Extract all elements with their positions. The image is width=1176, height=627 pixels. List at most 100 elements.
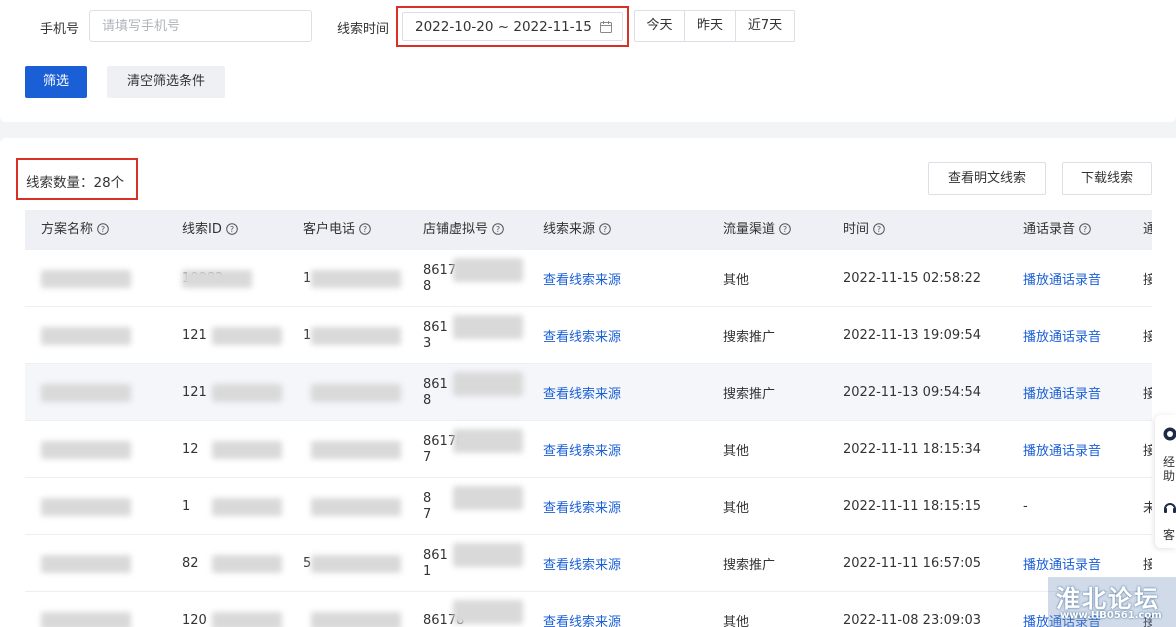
cell-virtual-number: 8617 8	[423, 262, 457, 294]
cell-time: 2022-11-13 19:09:54	[843, 328, 982, 343]
quick-range-today[interactable]: 今天	[635, 11, 685, 41]
watermark-url: www.HB0561.com	[1060, 610, 1162, 621]
privacy-blur-mask	[41, 327, 131, 345]
play-recording-link[interactable]: 播放通话录音	[1023, 364, 1101, 421]
privacy-blur-mask	[41, 270, 131, 288]
table-row: 121 1 861 3 查看线索来源 搜索推广 2022-11-13 19:09:54 播放…	[25, 307, 1152, 364]
privacy-blur-mask	[311, 384, 401, 402]
column-header-time: 时间?	[843, 210, 885, 250]
column-header-plan: 方案名称?	[41, 210, 109, 250]
privacy-blur-mask	[453, 600, 523, 624]
privacy-blur-mask	[182, 270, 252, 288]
forum-watermark: 淮北论坛 www.HB0561.com	[1048, 577, 1176, 627]
date-range-picker[interactable]: 2022-10-20 ~ 2022-11-15	[402, 12, 623, 41]
privacy-blur-mask	[311, 612, 401, 627]
column-header-call-status: 通	[1143, 222, 1152, 237]
privacy-blur-mask	[453, 372, 523, 396]
calendar-icon	[600, 21, 612, 33]
cell-call-status: 接	[1143, 330, 1152, 345]
cell-lead-id: 120	[182, 613, 207, 627]
privacy-blur-mask	[41, 498, 131, 516]
cell-virtual-number: 861 1	[423, 547, 448, 579]
table-row: 120 86178 查看线索来源 其他 2022-11-08 23:09:03 播放通话录…	[25, 592, 1152, 627]
privacy-blur-mask	[453, 429, 523, 453]
download-leads-button[interactable]: 下载线索	[1062, 162, 1152, 195]
clear-filter-button[interactable]: 清空筛选条件	[107, 66, 225, 98]
help-icon: ?	[873, 223, 885, 235]
help-icon: ?	[1079, 223, 1091, 235]
cell-channel: 其他	[723, 501, 750, 516]
view-lead-source-link[interactable]: 查看线索来源	[543, 307, 621, 364]
lead-count-highlight: 线索数量：28个	[16, 158, 138, 200]
table-header: 方案名称? 线索ID? 客户电话? 店铺虚拟号? 线索来源? 流量渠道? 时间?…	[25, 210, 1152, 250]
privacy-blur-mask	[212, 498, 282, 516]
phone-label: 手机号	[40, 22, 80, 37]
cell-time: 2022-11-15 02:58:22	[843, 271, 982, 286]
privacy-blur-mask	[453, 543, 523, 567]
view-lead-source-link[interactable]: 查看线索来源	[543, 421, 621, 478]
table-row: 121 861 8 查看线索来源 搜索推广 2022-11-13 09:54:54 播放通…	[25, 364, 1152, 421]
privacy-blur-mask	[311, 441, 401, 459]
side-assistant-widget[interactable]: 经 助 客	[1155, 415, 1176, 548]
cell-channel: 其他	[723, 444, 750, 459]
cell-call-status: 接	[1143, 387, 1152, 402]
phone-input[interactable]	[89, 10, 312, 42]
privacy-blur-mask	[41, 384, 131, 402]
cell-time: 2022-11-13 09:54:54	[843, 385, 982, 400]
play-recording-link[interactable]: 播放通话录音	[1023, 307, 1101, 364]
view-lead-source-link[interactable]: 查看线索来源	[543, 250, 621, 307]
side-assistant-label: 经 助	[1163, 455, 1176, 483]
assistant-icon	[1163, 427, 1176, 441]
help-icon: ?	[599, 223, 611, 235]
svg-text:?: ?	[363, 225, 367, 234]
table-row: 12 86178 7 查看线索来源 其他 2022-11-11 18:15:34 播放通话…	[25, 421, 1152, 478]
cell-time: 2022-11-11 18:15:34	[843, 442, 982, 457]
help-icon: ?	[779, 223, 791, 235]
view-lead-source-link[interactable]: 查看线索来源	[543, 592, 621, 627]
cell-lead-id: 12	[182, 442, 199, 457]
svg-text:?: ?	[230, 225, 234, 234]
play-recording-link[interactable]: 播放通话录音	[1023, 250, 1101, 307]
play-recording-link[interactable]: 播放通话录音	[1023, 421, 1101, 478]
view-lead-source-link[interactable]: 查看线索来源	[543, 364, 621, 421]
cell-call-status: 接	[1143, 444, 1152, 459]
privacy-blur-mask	[311, 555, 401, 573]
cell-virtual-number: 8 7	[423, 490, 432, 522]
quick-range-yesterday[interactable]: 昨天	[685, 11, 736, 41]
customer-service-icon	[1164, 503, 1176, 513]
table-row: 1098218617 8查看线索来源其他2022-11-15 02:58:22播…	[25, 250, 1152, 307]
filter-button[interactable]: 筛选	[25, 66, 87, 98]
cell-channel: 其他	[723, 615, 750, 627]
cell-channel: 搜索推广	[723, 330, 776, 345]
privacy-blur-mask	[453, 258, 523, 282]
cell-lead-id: 82	[182, 556, 199, 571]
table-row: 1 8 7 查看线索来源 其他 2022-11-11 18:15:15 - 未	[25, 478, 1152, 535]
privacy-blur-mask	[212, 555, 282, 573]
help-icon: ?	[492, 223, 504, 235]
cell-call-status: 接	[1143, 273, 1152, 288]
quick-range-7days[interactable]: 近7天	[736, 11, 794, 41]
lead-count: 线索数量：28个	[26, 175, 125, 191]
svg-text:?: ?	[783, 225, 787, 234]
cell-channel: 搜索推广	[723, 558, 776, 573]
cell-channel: 其他	[723, 273, 750, 288]
cell-lead-id: 1	[182, 499, 191, 514]
privacy-blur-mask	[453, 315, 523, 339]
svg-text:?: ?	[101, 225, 105, 234]
watermark-title: 淮北论坛	[1056, 585, 1160, 613]
privacy-blur-mask	[212, 612, 282, 627]
filter-panel: 手机号 线索时间 2022-10-20 ~ 2022-11-15 今天 昨天 近…	[0, 0, 1176, 122]
view-plain-leads-button[interactable]: 查看明文线索	[928, 162, 1046, 195]
cell-time: 2022-11-11 16:57:05	[843, 556, 982, 571]
time-label: 线索时间	[337, 22, 390, 37]
privacy-blur-mask	[212, 327, 282, 345]
column-header-lead-source: 线索来源?	[543, 210, 611, 250]
svg-text:?: ?	[603, 225, 607, 234]
cell-channel: 搜索推广	[723, 387, 776, 402]
view-lead-source-link[interactable]: 查看线索来源	[543, 478, 621, 535]
help-icon: ?	[226, 223, 238, 235]
table-row: 82 5 861 1 查看线索来源 搜索推广 2022-11-11 16:57:05 播放通…	[25, 535, 1152, 592]
cell-virtual-number: 861 3	[423, 319, 448, 351]
date-range-value: 2022-10-20 ~ 2022-11-15	[415, 18, 592, 35]
view-lead-source-link[interactable]: 查看线索来源	[543, 535, 621, 592]
